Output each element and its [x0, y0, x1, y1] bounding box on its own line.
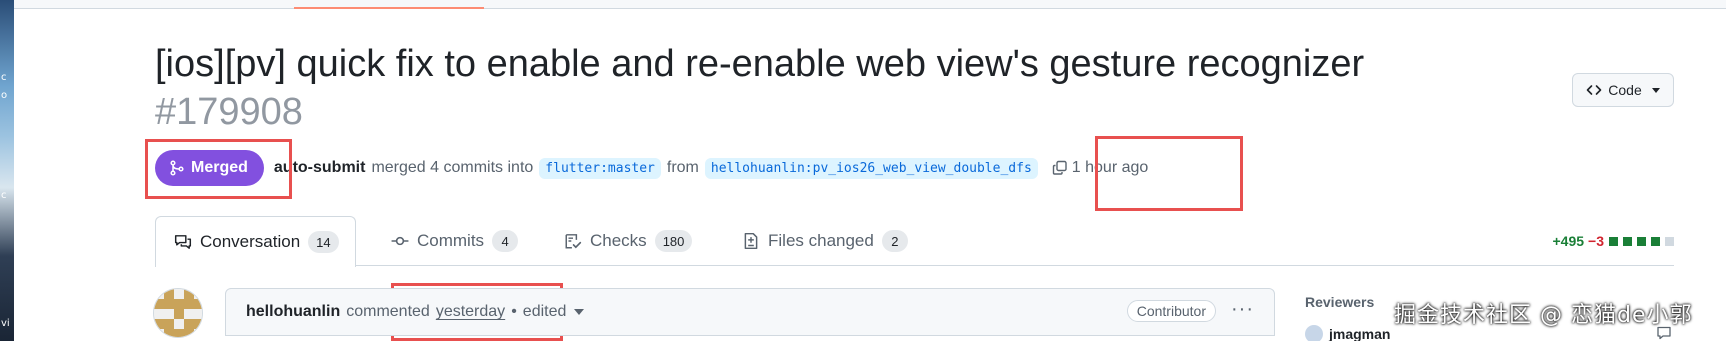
- tab-checks[interactable]: Checks 180: [564, 216, 693, 266]
- status-badge-label: Merged: [191, 159, 248, 176]
- tab-counter: 4: [492, 230, 519, 252]
- tab-counter: 14: [308, 231, 339, 253]
- base-branch-link[interactable]: flutter:master: [539, 157, 661, 179]
- chevron-down-icon[interactable]: [574, 309, 585, 315]
- code-icon: [1586, 85, 1602, 95]
- desktop-edge-label: c: [1, 190, 7, 201]
- pr-tabs: Conversation 14 Commits 4 Checks 180 Fil…: [155, 216, 1674, 267]
- avatar[interactable]: [153, 288, 203, 338]
- pr-title: [ios][pv] quick fix to enable and re-ena…: [155, 43, 1365, 85]
- chevron-down-icon: [1651, 87, 1660, 93]
- tab-label: Commits: [417, 231, 485, 250]
- comment-action: commented: [346, 303, 430, 320]
- comment-author-link[interactable]: hellohuanlin: [246, 303, 340, 321]
- git-merge-icon: [170, 160, 184, 176]
- deletions-count: −3: [1588, 233, 1604, 249]
- desktop-edge-label: c: [1, 72, 7, 83]
- diffstat-block: [1665, 236, 1674, 246]
- tab-files-changed[interactable]: Files changed 2: [742, 216, 908, 266]
- watermark: 掘金技术社区 @ 恋猫de小郭: [1394, 303, 1693, 328]
- pr-meta: Merged auto-submit merged 4 commits into…: [155, 150, 1148, 186]
- contributor-badge: Contributor: [1126, 300, 1216, 322]
- comment-header: hellohuanlin commented yesterday • edite…: [225, 288, 1275, 336]
- desktop-edge: c o c vi: [0, 0, 14, 341]
- code-button-label: Code: [1608, 82, 1642, 98]
- page-title: [ios][pv] quick fix to enable and re-ena…: [155, 40, 1535, 136]
- merged-time[interactable]: 1 hour ago: [1072, 159, 1149, 177]
- reviewers-heading[interactable]: Reviewers: [1305, 294, 1374, 310]
- checklist-icon: [565, 234, 582, 249]
- separator-dot: •: [511, 303, 517, 320]
- head-branch-link[interactable]: hellohuanlin:pv_ios26_web_view_double_df…: [704, 157, 1038, 179]
- tab-counter: 180: [654, 230, 693, 252]
- tab-conversation[interactable]: Conversation 14: [155, 216, 356, 267]
- reviewer-name: jmagman: [1329, 326, 1391, 341]
- tab-label: Conversation: [200, 232, 301, 251]
- comment-timestamp-link[interactable]: yesterday: [436, 303, 505, 321]
- repo-nav-active-underline: [294, 7, 484, 9]
- diffstat-block: [1609, 236, 1618, 246]
- file-diff-icon: [744, 232, 758, 250]
- tab-label: Checks: [590, 231, 647, 250]
- comment-discussion-icon: [174, 235, 192, 249]
- kebab-horizontal-icon[interactable]: ···: [1231, 299, 1254, 319]
- merge-author-link[interactable]: auto-submit: [274, 159, 366, 177]
- tab-label: Files changed: [768, 231, 874, 250]
- desktop-edge-label: vi: [1, 318, 10, 329]
- repo-nav-bar: [14, 0, 1726, 9]
- pr-number[interactable]: #179908: [155, 91, 303, 133]
- status-badge: Merged: [155, 150, 264, 186]
- tab-commits[interactable]: Commits 4: [391, 216, 519, 266]
- code-button[interactable]: Code: [1572, 73, 1674, 107]
- from-text: from: [666, 159, 699, 176]
- diffstat-block: [1623, 236, 1632, 246]
- diffstat-block: [1637, 236, 1646, 246]
- diffstat-block: [1651, 236, 1660, 246]
- tab-counter: 2: [881, 230, 908, 252]
- avatar: [1305, 325, 1323, 341]
- merge-description: merged 4 commits into: [371, 159, 534, 176]
- desktop-edge-label: o: [1, 90, 8, 101]
- diffstat[interactable]: +495 −3: [1552, 233, 1674, 249]
- copy-icon[interactable]: [1052, 160, 1068, 176]
- reviewer-item[interactable]: jmagman: [1305, 325, 1390, 341]
- git-commit-icon: [391, 236, 409, 246]
- edited-dropdown[interactable]: edited: [523, 303, 567, 321]
- additions-count: +495: [1552, 233, 1585, 249]
